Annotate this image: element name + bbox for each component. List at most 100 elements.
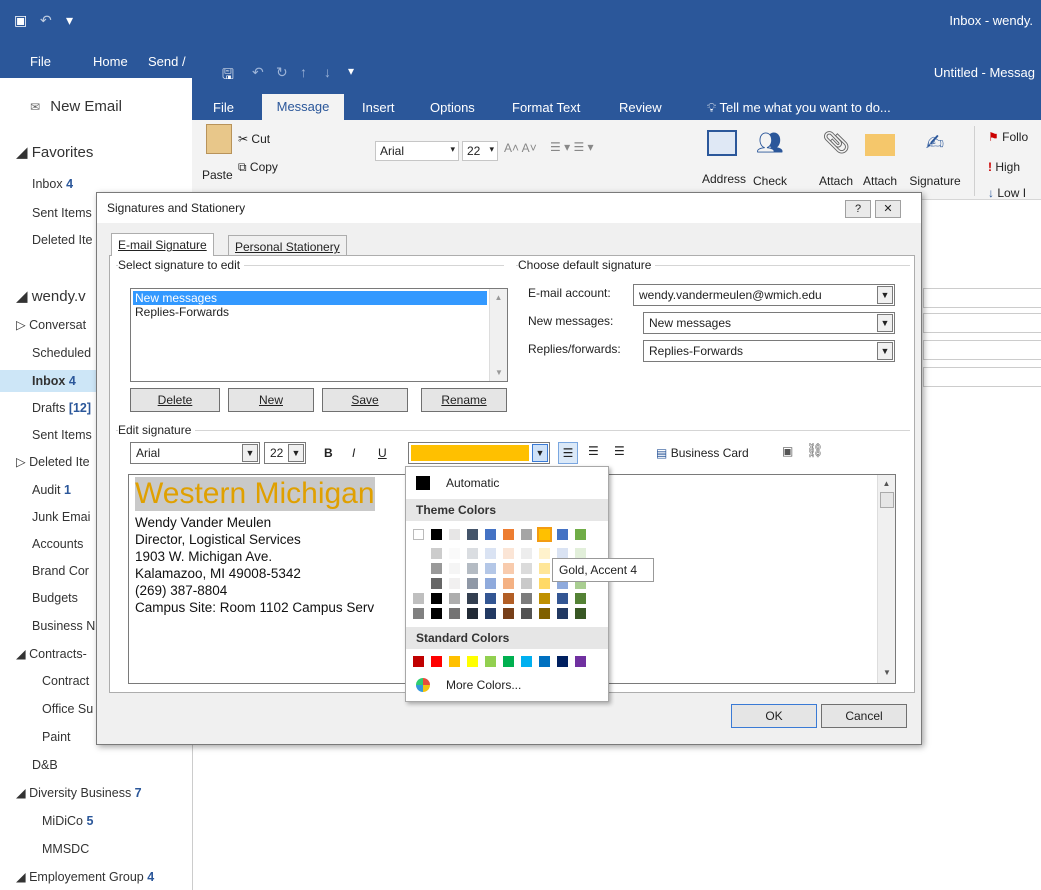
align-left-button[interactable]: ☰ — [558, 442, 578, 464]
theme-color-swatch[interactable] — [557, 529, 568, 540]
font-color-select[interactable]: ▼ — [408, 442, 550, 464]
theme-color-shade[interactable] — [413, 578, 424, 589]
folder-item[interactable]: ◢ Employement Group 4 — [0, 866, 200, 888]
tab-format-text[interactable]: Format Text — [512, 100, 580, 115]
theme-color-shade[interactable] — [521, 593, 532, 604]
standard-color-swatch[interactable] — [413, 656, 424, 667]
tab-email-signature[interactable]: E-mail Signature — [111, 233, 214, 256]
theme-color-shade[interactable] — [431, 608, 442, 619]
undo-icon[interactable]: ↶ — [40, 12, 52, 29]
theme-color-swatch[interactable] — [449, 529, 460, 540]
redo-icon[interactable]: ↻ — [276, 64, 288, 81]
theme-color-shade[interactable] — [521, 563, 532, 574]
theme-color-shade[interactable] — [503, 563, 514, 574]
rename-button[interactable]: Rename — [421, 388, 507, 412]
save-button[interactable]: Save — [322, 388, 408, 412]
qat-dropdown-icon[interactable]: ▾ — [66, 12, 73, 29]
theme-color-shade[interactable] — [485, 548, 496, 559]
theme-color-shade[interactable] — [413, 608, 424, 619]
tab-file[interactable]: File — [30, 54, 51, 69]
standard-color-swatch[interactable] — [539, 656, 550, 667]
automatic-option[interactable]: Automatic — [446, 476, 499, 490]
theme-color-swatch[interactable] — [413, 529, 424, 540]
theme-color-shade[interactable] — [485, 578, 496, 589]
font-select[interactable]: Arial ▼ — [130, 442, 260, 464]
theme-color-shade[interactable] — [521, 608, 532, 619]
theme-color-swatch[interactable] — [521, 529, 532, 540]
theme-color-shade[interactable] — [467, 593, 478, 604]
scroll-thumb[interactable] — [879, 492, 894, 508]
undo-icon[interactable]: ↶ — [252, 64, 264, 81]
ok-button[interactable]: OK — [731, 704, 817, 728]
theme-color-swatch[interactable] — [537, 527, 552, 542]
underline-button[interactable]: U — [378, 446, 387, 460]
to-field[interactable] — [923, 288, 1041, 308]
new-messages-select[interactable]: New messages ▼ — [643, 312, 895, 334]
theme-color-shade[interactable] — [503, 608, 514, 619]
folder-item[interactable]: ◢ Diversity Business 7 — [0, 782, 200, 804]
tab-options[interactable]: Options — [430, 100, 475, 115]
bullets-icon[interactable]: ☰ ▾ ☰ ▾ — [550, 140, 594, 154]
delete-button[interactable]: Delete — [130, 388, 220, 412]
standard-color-swatch[interactable] — [557, 656, 568, 667]
theme-color-shade[interactable] — [413, 563, 424, 574]
subject-field[interactable] — [923, 367, 1041, 387]
scrollbar[interactable]: ▲ ▼ — [489, 289, 507, 381]
theme-color-shade[interactable] — [539, 548, 550, 559]
theme-color-shade[interactable] — [431, 578, 442, 589]
qat-dropdown-icon[interactable]: ▾ — [348, 64, 354, 78]
tab-personal-stationery[interactable]: Personal Stationery — [228, 235, 347, 257]
theme-color-shade[interactable] — [467, 548, 478, 559]
email-account-select[interactable]: wendy.vandermeulen@wmich.edu ▼ — [633, 284, 895, 306]
help-button[interactable]: ? — [845, 200, 871, 218]
save-icon[interactable]: 🖫 — [222, 64, 234, 88]
ribbon-size-select[interactable]: 22 ▾ — [462, 141, 498, 161]
cc-field[interactable] — [923, 313, 1041, 333]
theme-color-swatch[interactable] — [467, 529, 478, 540]
bcc-field[interactable] — [923, 340, 1041, 360]
tab-file[interactable]: File — [213, 100, 234, 115]
business-card-button[interactable]: ▤ Business Card — [656, 446, 749, 460]
theme-color-shade[interactable] — [539, 563, 550, 574]
tell-me-box[interactable]: 💡︎ Tell me what you want to do... — [707, 100, 891, 116]
more-colors-option[interactable]: More Colors... — [446, 678, 521, 692]
theme-color-shade[interactable] — [467, 608, 478, 619]
copy-button[interactable]: ⧉ Copy — [238, 160, 278, 175]
tab-message[interactable]: Message — [262, 94, 344, 120]
theme-color-shade[interactable] — [449, 548, 460, 559]
theme-color-shade[interactable] — [503, 593, 514, 604]
grow-font-icon[interactable]: A˄ A˅ — [504, 141, 537, 155]
low-importance-button[interactable]: ↓ Low I — [988, 186, 1026, 200]
theme-color-shade[interactable] — [413, 548, 424, 559]
attach-item-button[interactable]: Attach — [860, 130, 900, 188]
scroll-down-icon[interactable]: ▼ — [490, 368, 508, 377]
attach-file-button[interactable]: 📎︎ Attach — [816, 130, 856, 188]
theme-color-shade[interactable] — [485, 563, 496, 574]
signature-list[interactable]: New messages Replies-Forwards ▲ ▼ — [130, 288, 508, 382]
theme-color-swatch[interactable] — [503, 529, 514, 540]
replies-forwards-select[interactable]: Replies-Forwards ▼ — [643, 340, 895, 362]
high-importance-button[interactable]: ! High — [988, 160, 1020, 174]
theme-color-shade[interactable] — [539, 608, 550, 619]
theme-color-shade[interactable] — [449, 593, 460, 604]
theme-color-shade[interactable] — [431, 593, 442, 604]
address-book-button[interactable]: Address — [702, 130, 746, 186]
follow-up-button[interactable]: ⚑ Follo — [988, 130, 1028, 144]
theme-color-shade[interactable] — [503, 548, 514, 559]
theme-color-shade[interactable] — [485, 593, 496, 604]
signature-button[interactable]: ✍︎ Signature — [906, 130, 964, 188]
theme-color-swatch[interactable] — [485, 529, 496, 540]
standard-color-swatch[interactable] — [449, 656, 460, 667]
tab-send-receive[interactable]: Send / Receive — [148, 54, 188, 69]
font-size-select[interactable]: 22 ▼ — [264, 442, 306, 464]
tab-insert[interactable]: Insert — [362, 100, 395, 115]
folder-item[interactable]: D&B — [0, 754, 200, 776]
theme-color-shade[interactable] — [431, 563, 442, 574]
insert-picture-icon[interactable]: ▣ — [782, 444, 793, 458]
theme-color-shade[interactable] — [539, 578, 550, 589]
theme-color-shade[interactable] — [557, 593, 568, 604]
theme-color-shade[interactable] — [575, 608, 586, 619]
standard-color-swatch[interactable] — [431, 656, 442, 667]
standard-color-swatch[interactable] — [575, 656, 586, 667]
align-center-button[interactable]: ☰ — [588, 444, 599, 458]
